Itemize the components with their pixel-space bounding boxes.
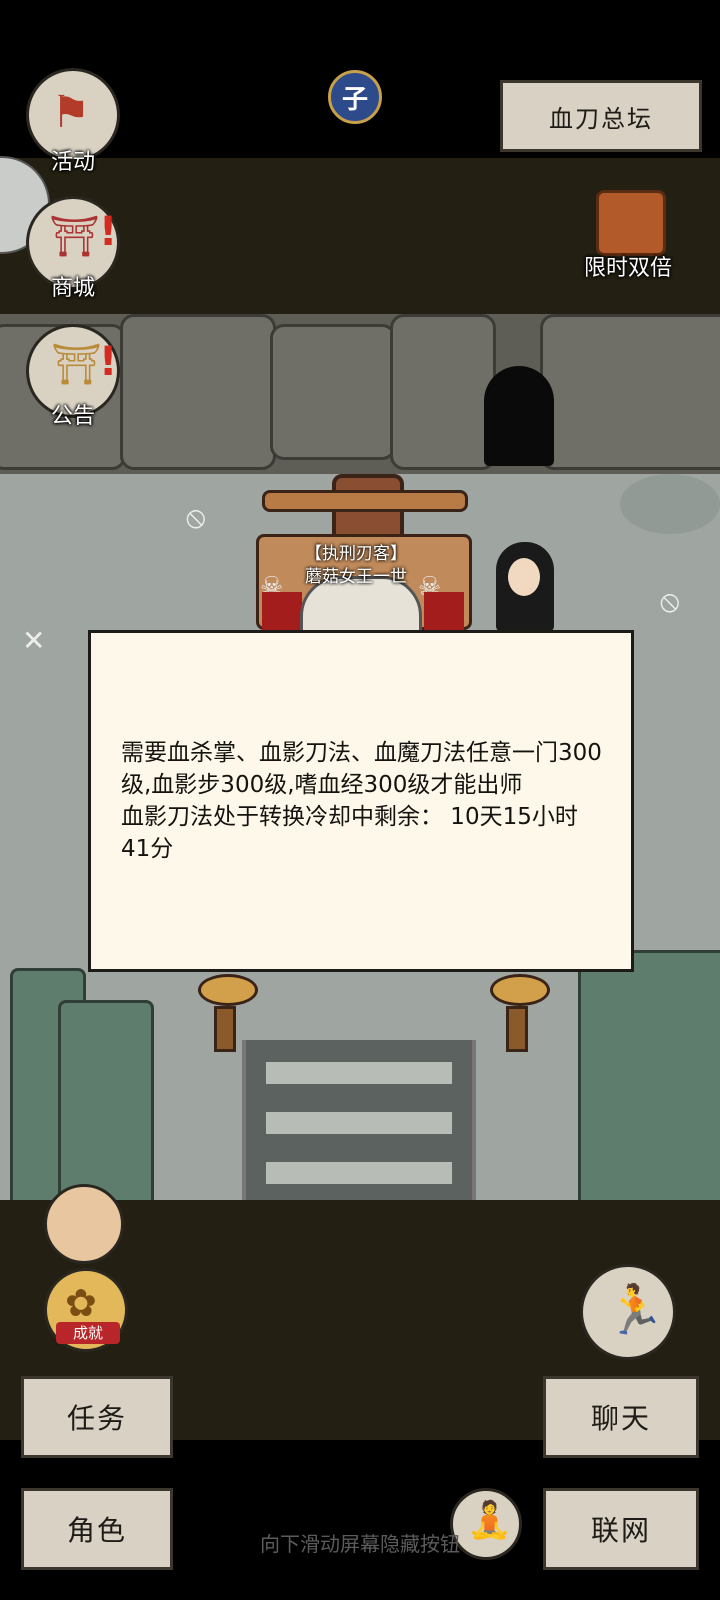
promo-label: 限时双倍 bbox=[583, 256, 672, 281]
tasks-button[interactable]: 任务 bbox=[21, 1376, 173, 1458]
running-figure-icon: 🏃 bbox=[605, 1282, 665, 1338]
cave-entrance[interactable] bbox=[484, 366, 554, 466]
throne-back bbox=[262, 490, 468, 512]
brazier bbox=[198, 974, 258, 1052]
stone-pillar bbox=[58, 1000, 154, 1200]
alert-icon: ! bbox=[99, 339, 118, 385]
shop-stall-icon: ⛩ bbox=[49, 214, 100, 260]
treasure-chest-icon[interactable] bbox=[596, 190, 666, 256]
shop-label: 商城 bbox=[50, 276, 95, 301]
stone-pillar bbox=[578, 950, 720, 1200]
red-banner bbox=[262, 592, 302, 632]
bone-icon: ⦸ bbox=[660, 584, 680, 619]
bone-icon: ⦸ bbox=[186, 500, 206, 535]
bone-icon: ✕ bbox=[22, 624, 46, 657]
dialog-requirement-text: 需要血杀掌、血影刀法、血魔刀法任意一门300级,血影步300级,嗜血经300级才… bbox=[121, 740, 602, 798]
medal-icon: ✿ bbox=[65, 1281, 97, 1325]
rock bbox=[540, 314, 720, 470]
dialog-cooldown-text: 血影刀法处于转换冷却中剩余： 10天15小时41分 bbox=[121, 804, 578, 862]
auto-run-button[interactable]: 🏃 bbox=[580, 1264, 676, 1360]
time-of-day-icon[interactable]: 子 bbox=[328, 70, 382, 124]
npc-face bbox=[508, 558, 540, 596]
location-button[interactable]: 血刀总坛 bbox=[500, 80, 702, 152]
npc-title: 【执刑刃客】 bbox=[305, 544, 407, 564]
rock bbox=[390, 314, 496, 470]
chat-button[interactable]: 聊天 bbox=[543, 1376, 699, 1458]
rock bbox=[120, 314, 276, 470]
notice-label: 公告 bbox=[50, 404, 95, 429]
achievement-label: 成就 bbox=[56, 1322, 120, 1344]
banner-icon: ⚑ bbox=[51, 87, 91, 138]
info-dialog[interactable]: 需要血杀掌、血影刀法、血魔刀法任意一门300级,血影步300级,嗜血经300级才… bbox=[88, 630, 634, 972]
red-banner bbox=[424, 592, 464, 632]
stairs[interactable] bbox=[242, 1040, 476, 1200]
player-avatar[interactable] bbox=[44, 1184, 124, 1264]
notice-board-icon: ⛩ bbox=[51, 342, 102, 388]
hide-buttons-hint: 向下滑动屏幕隐藏按钮 bbox=[260, 1532, 460, 1556]
rock bbox=[270, 324, 396, 460]
npc-name: 蘑菇女王一世 bbox=[305, 567, 407, 587]
brazier bbox=[490, 974, 550, 1052]
alert-icon: ! bbox=[99, 209, 118, 255]
floor-stain bbox=[620, 474, 720, 534]
